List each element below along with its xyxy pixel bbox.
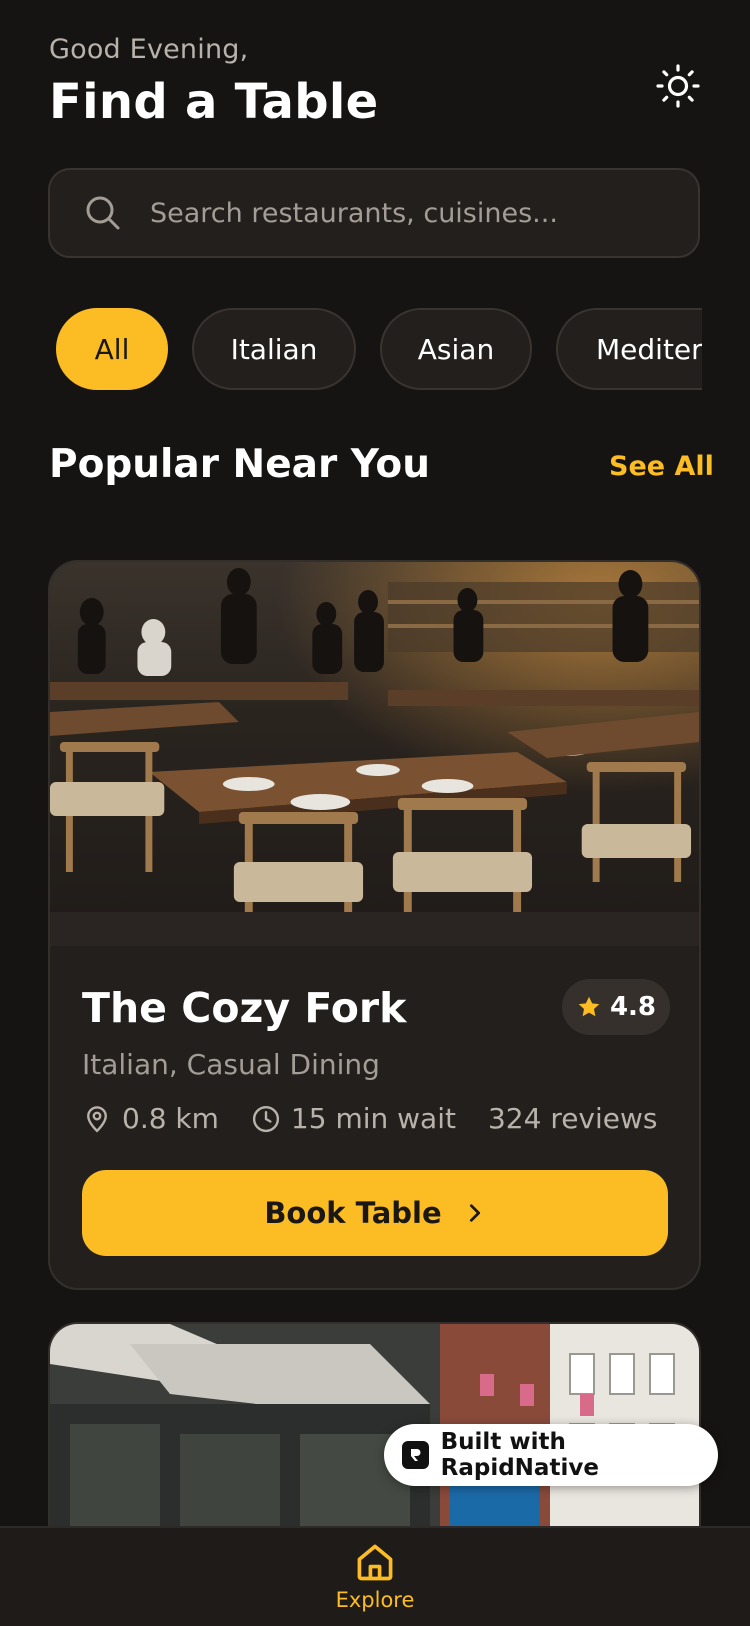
restaurant-card[interactable]: The Cozy Fork 4.8 Italian, Casual Dining…	[48, 560, 701, 1290]
book-table-button[interactable]: Book Table	[82, 1170, 668, 1256]
category-chip-mediterranean[interactable]: Mediterranean	[556, 308, 702, 390]
restaurant-meta: 0.8 km 15 min wait 324 reviews	[82, 1102, 690, 1135]
bottom-tab-bar: Explore	[0, 1526, 750, 1626]
category-chip-all[interactable]: All	[56, 308, 168, 390]
search-bar[interactable]	[48, 168, 700, 258]
clock-icon	[252, 1105, 279, 1132]
sun-icon	[656, 64, 700, 108]
chevron-right-icon	[469, 1204, 480, 1222]
category-chip-italian[interactable]: Italian	[192, 308, 356, 390]
rating-badge: 4.8	[562, 979, 670, 1035]
reviews-info: 324 reviews	[488, 1102, 658, 1135]
search-icon	[84, 194, 122, 232]
distance-info: 0.8 km	[82, 1102, 219, 1135]
category-filter-row: All Italian Asian Mediterranean	[48, 304, 702, 396]
restaurant-name: The Cozy Fork	[82, 984, 407, 1032]
star-icon	[578, 996, 600, 1017]
home-icon	[357, 1544, 393, 1581]
built-with-label: Built with RapidNative	[440, 1429, 599, 1481]
wait-info: 15 min wait	[251, 1102, 456, 1135]
restaurant-cuisine: Italian, Casual Dining	[82, 1048, 380, 1081]
greeting-text: Good Evening,	[49, 34, 249, 65]
location-pin-icon	[87, 1105, 107, 1132]
rapidnative-logo-icon	[402, 1441, 429, 1469]
wait-text: 15 min wait	[290, 1102, 456, 1135]
rating-value: 4.8	[609, 992, 657, 1022]
theme-toggle-button[interactable]	[650, 58, 706, 114]
reviews-text: 324 reviews	[487, 1102, 658, 1135]
restaurant-photo	[50, 562, 699, 946]
search-input[interactable]	[148, 196, 672, 230]
category-chip-asian[interactable]: Asian	[380, 308, 532, 390]
section-title: Popular Near You	[49, 442, 430, 487]
built-with-badge[interactable]: Built with RapidNative	[384, 1424, 718, 1486]
book-table-label: Book Table	[264, 1196, 442, 1230]
see-all-link[interactable]: See All	[609, 451, 714, 482]
tab-explore[interactable]: Explore	[330, 1540, 420, 1612]
page-title: Find a Table	[49, 74, 379, 130]
distance-text: 0.8 km	[122, 1102, 219, 1135]
tab-explore-label: Explore	[335, 1588, 415, 1612]
